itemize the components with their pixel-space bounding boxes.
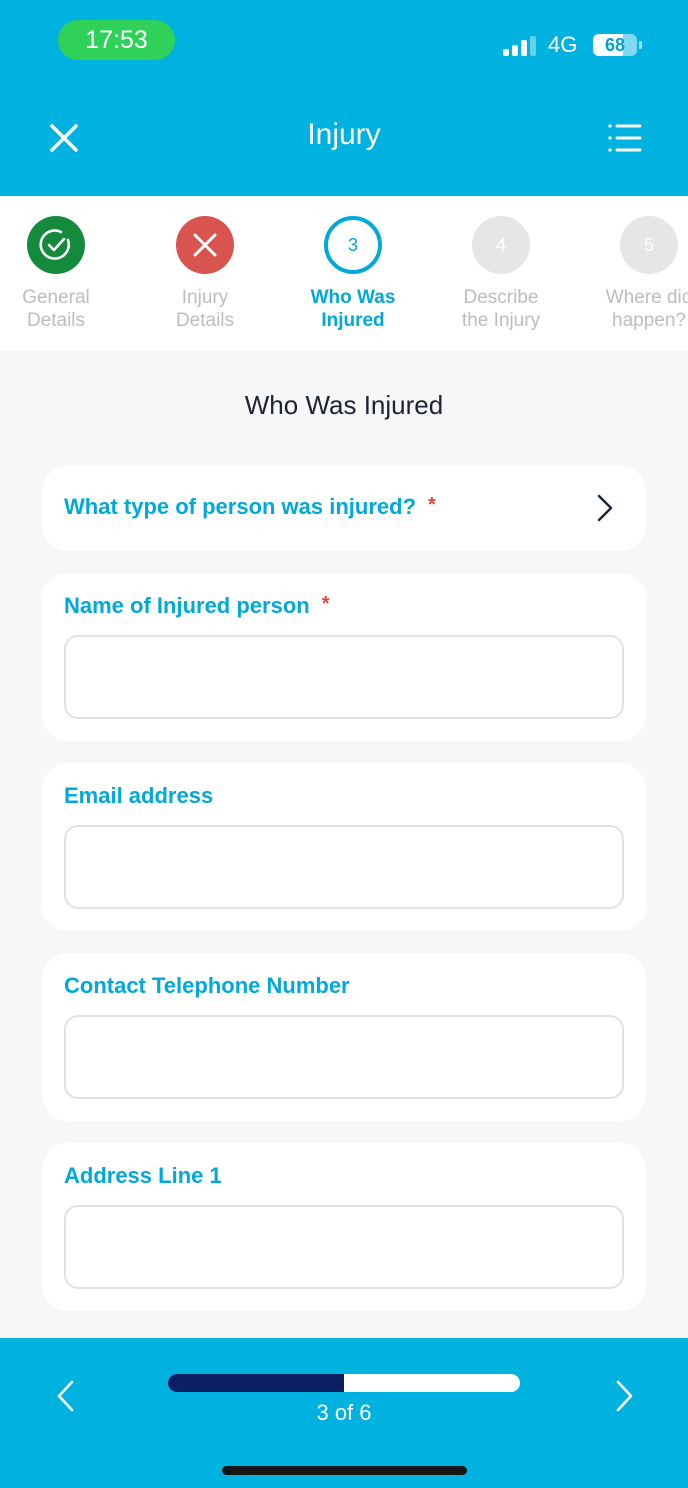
address1-label: Address Line 1 [64, 1163, 222, 1188]
x-icon [193, 233, 217, 257]
phone-input[interactable] [66, 1017, 622, 1097]
email-input-box [64, 825, 624, 909]
name-label: Name of Injured person * [64, 593, 330, 619]
address1-input[interactable] [66, 1207, 622, 1287]
page-title: Injury [307, 118, 381, 151]
app-header: 17:53 4G 68 Injury [0, 0, 688, 196]
bottom-navigation: 3 of 6 [0, 1338, 688, 1488]
name-label-text: Name of Injured person [64, 593, 310, 618]
step-label: Describe the Injury [461, 287, 541, 331]
steps-menu-button[interactable] [604, 120, 644, 156]
phone-input-box [64, 1015, 624, 1099]
address1-field-card: Address Line 1 [42, 1143, 646, 1311]
home-indicator[interactable] [222, 1466, 467, 1475]
step-general-details[interactable]: General Details [0, 216, 130, 332]
person-type-label: What type of person was injured? * [64, 494, 436, 520]
step-describe-injury[interactable]: 4 Describe the Injury [427, 216, 575, 332]
battery-level: 68 [604, 35, 626, 55]
step-label: General Details [22, 287, 90, 331]
required-asterisk: * [321, 593, 330, 615]
step-where-did-it-happen[interactable]: 5 Where did happen? [575, 216, 688, 332]
name-field-card: Name of Injured person * [42, 573, 646, 741]
person-type-selector[interactable]: What type of person was injured? * [42, 466, 646, 551]
step-label: Where did happen? [605, 287, 688, 331]
progress-text: 3 of 6 [316, 1400, 372, 1425]
step-number-circle: 3 [324, 216, 382, 274]
chevron-right-icon [616, 1380, 633, 1412]
list-menu-icon [608, 124, 642, 152]
step-status-circle [176, 216, 234, 274]
progress-bar-fill [168, 1374, 344, 1392]
email-field-card: Email address [42, 763, 646, 931]
section-title: Who Was Injured [244, 390, 444, 420]
name-input[interactable] [66, 637, 622, 717]
address1-input-box [64, 1205, 624, 1289]
person-type-label-text: What type of person was injured? [64, 494, 417, 519]
step-number-circle: 4 [472, 216, 530, 274]
phone-label: Contact Telephone Number [64, 973, 350, 998]
step-number-circle: 5 [620, 216, 678, 274]
network-type: 4G [548, 32, 578, 57]
next-step-button[interactable] [610, 1376, 640, 1416]
step-label: Injury Details [175, 287, 235, 331]
step-label: Who Was Injured [310, 287, 396, 331]
chevron-right-icon [597, 494, 613, 522]
status-time: 17:53 [58, 20, 175, 60]
step-indicator: General Details Injury Details 3 Who Was… [0, 196, 688, 351]
required-asterisk: * [428, 494, 436, 516]
step-who-was-injured[interactable]: 3 Who Was Injured [279, 216, 427, 332]
signal-icon [503, 36, 536, 56]
step-status-circle [27, 216, 85, 274]
progress-bar [168, 1374, 520, 1392]
battery-tip [639, 41, 642, 49]
email-label: Email address [64, 783, 214, 808]
check-circle-icon [39, 229, 70, 260]
step-injury-details[interactable]: Injury Details [131, 216, 279, 332]
phone-field-card: Contact Telephone Number [42, 953, 646, 1121]
battery-icon: 68 [593, 34, 637, 56]
email-input[interactable] [66, 827, 622, 907]
name-input-box [64, 635, 624, 719]
